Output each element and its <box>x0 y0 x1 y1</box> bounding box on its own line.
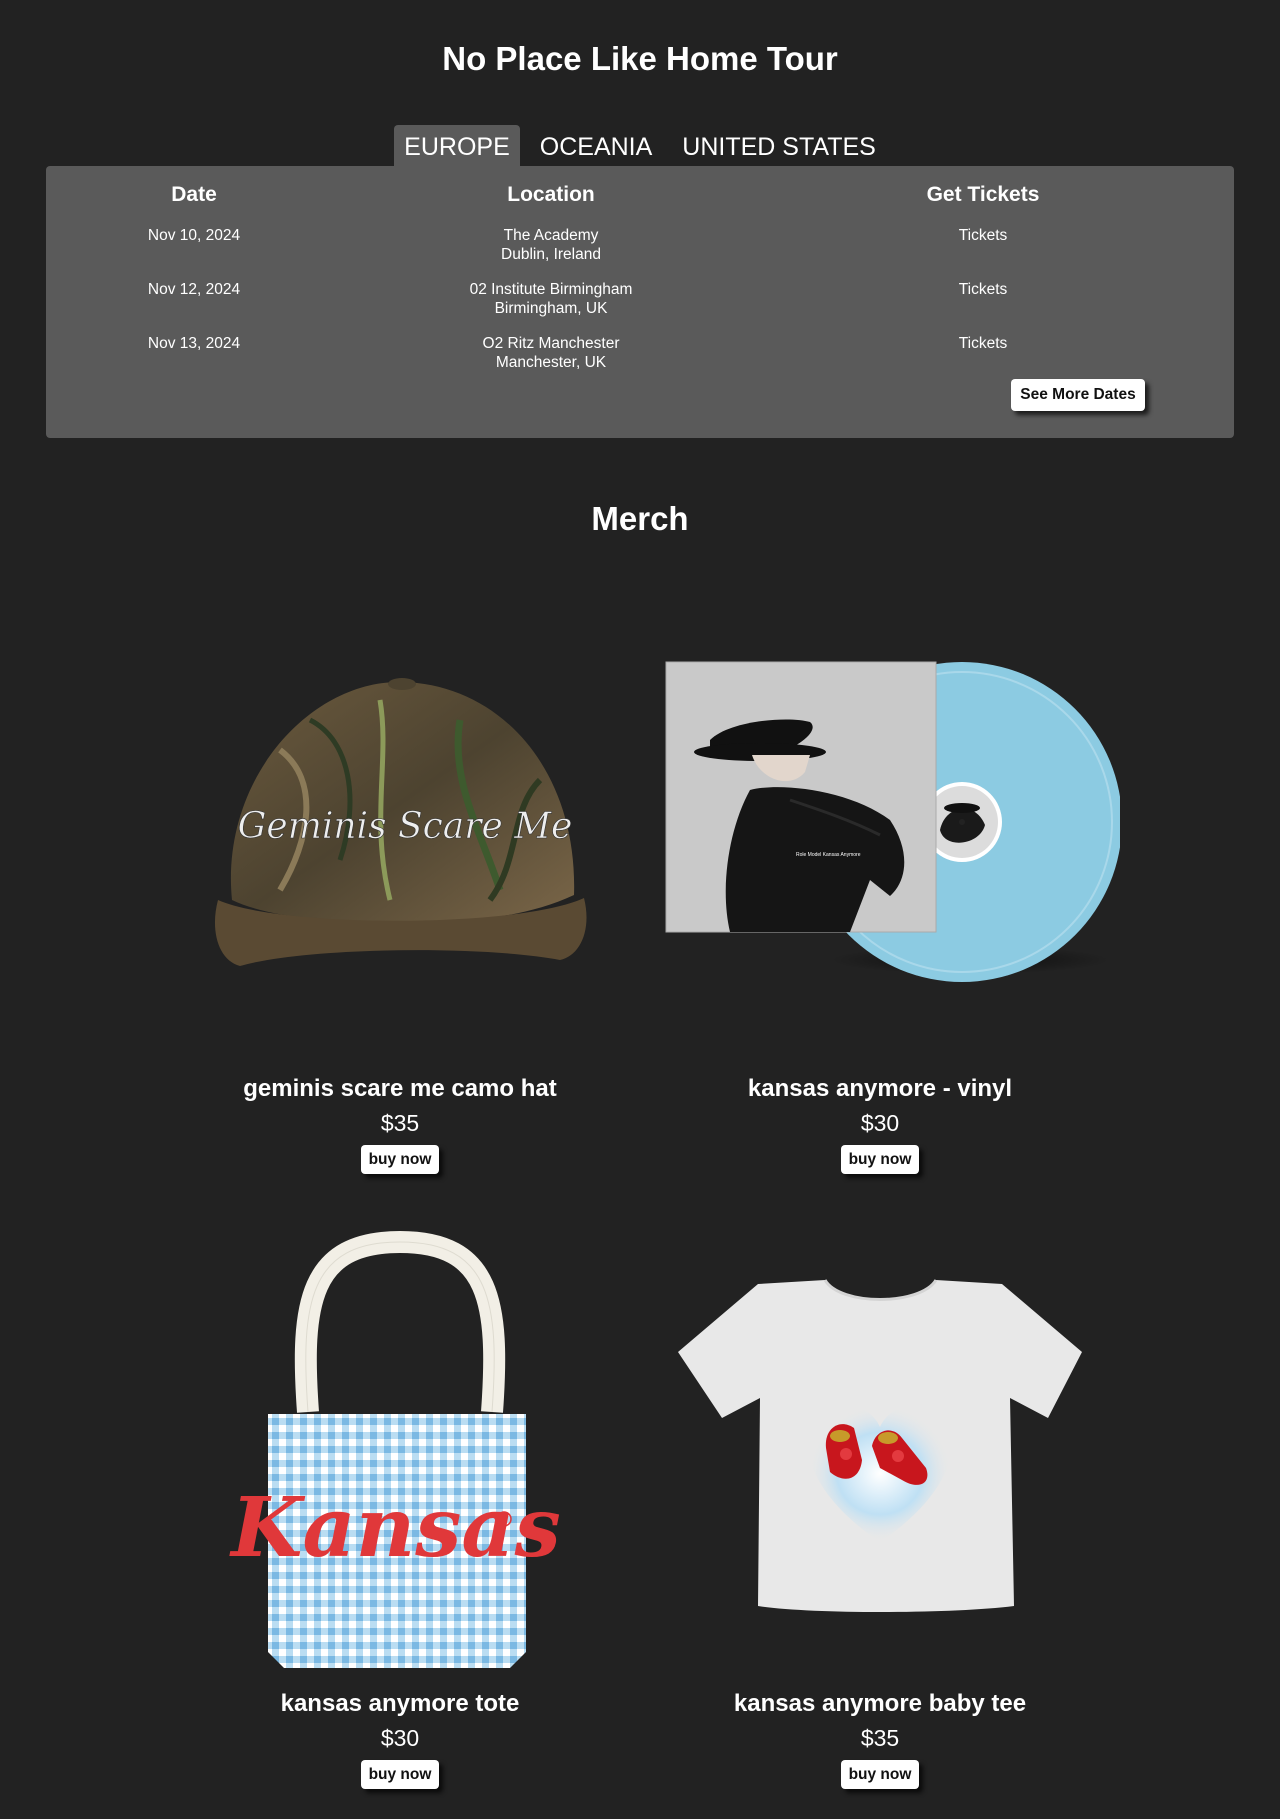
venue-name: O2 Ritz Manchester <box>482 335 620 352</box>
row-date: Nov 10, 2024 <box>147 227 241 244</box>
row-date: Nov 12, 2024 <box>147 281 241 298</box>
album-cover-text: Role Model Kansas Anymore <box>796 852 861 858</box>
tote-bag-image[interactable]: Kansas <box>160 1222 640 1682</box>
tab-europe[interactable]: EUROPE <box>394 125 520 167</box>
merch-title: Merch <box>591 500 689 537</box>
vinyl-image[interactable]: Role Model Kansas Anymore <box>640 660 1120 1020</box>
tour-dates-panel: Date Location Get Tickets Nov 10, 2024 T… <box>46 166 1234 438</box>
hat-embroidery-text: Geminis Scare Me <box>238 806 573 847</box>
row-location: 02 Institute Birmingham Birmingham, UK <box>342 280 760 318</box>
see-more-dates-button[interactable]: See More Dates <box>1011 379 1145 411</box>
product-price: $35 <box>380 1110 420 1136</box>
product-name: kansas anymore tote <box>280 1690 520 1717</box>
venue-name: 02 Institute Birmingham <box>469 281 633 298</box>
product-name: kansas anymore baby tee <box>733 1690 1027 1717</box>
tab-oceania[interactable]: OCEANIA <box>530 125 663 167</box>
row-location: O2 Ritz Manchester Manchester, UK <box>342 334 760 372</box>
tour-page: No Place Like Home Tour EUROPE OCEANIA U… <box>0 0 1280 1819</box>
product-name: geminis scare me camo hat <box>243 1075 557 1102</box>
tour-title: No Place Like Home Tour <box>442 40 838 77</box>
venue-city: Manchester, UK <box>495 354 607 371</box>
row-date: Nov 13, 2024 <box>147 335 241 352</box>
location-header: Location <box>507 183 595 206</box>
venue-name: The Academy <box>503 227 599 244</box>
row-tickets: Tickets <box>760 280 1206 299</box>
tickets-link[interactable]: Tickets <box>959 227 1008 244</box>
tickets-link[interactable]: Tickets <box>959 281 1008 298</box>
baby-tee-image[interactable] <box>640 1222 1120 1682</box>
date-header: Date <box>171 183 217 206</box>
product-price: $35 <box>860 1725 900 1751</box>
buy-now-button[interactable]: buy now <box>361 1145 439 1174</box>
tab-united-states[interactable]: UNITED STATES <box>672 125 886 167</box>
tickets-link[interactable]: Tickets <box>959 335 1008 352</box>
product-name: kansas anymore - vinyl <box>747 1075 1013 1102</box>
venue-city: Dublin, Ireland <box>501 246 601 263</box>
tickets-header: Get Tickets <box>926 183 1040 206</box>
row-tickets: Tickets <box>760 226 1206 245</box>
buy-now-button[interactable]: buy now <box>841 1145 919 1174</box>
tote-kansas-text: Kansas <box>229 1480 560 1576</box>
buy-now-button[interactable]: buy now <box>841 1760 919 1789</box>
row-location: The Academy Dublin, Ireland <box>342 226 760 264</box>
buy-now-button[interactable]: buy now <box>361 1760 439 1789</box>
product-price: $30 <box>860 1110 900 1136</box>
row-tickets: Tickets <box>760 334 1206 353</box>
camo-hat-image[interactable]: Geminis Scare Me <box>160 660 640 1020</box>
region-tabs: EUROPE OCEANIA UNITED STATES <box>0 125 1280 167</box>
product-price: $30 <box>380 1725 420 1751</box>
venue-city: Birmingham, UK <box>494 300 608 317</box>
